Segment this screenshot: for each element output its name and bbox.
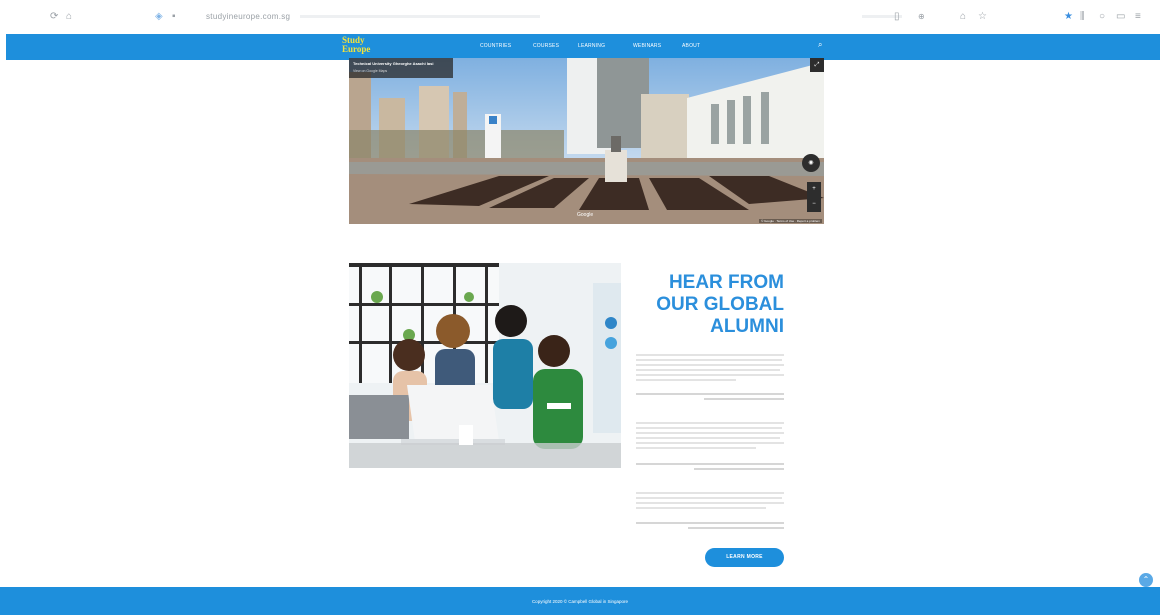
- site-navbar: Study Europe COUNTRIES COURSES LEARNING …: [6, 34, 1160, 60]
- street-view-scene: [349, 58, 824, 224]
- site-logo[interactable]: Study Europe: [342, 36, 382, 54]
- alumni-quote-1: [636, 393, 784, 403]
- search-icon[interactable]: ⌕: [818, 40, 822, 50]
- logo-line-2: Europe: [342, 44, 371, 54]
- address-bar[interactable]: studyineurope.com.sg: [206, 12, 290, 22]
- students-illustration: [349, 263, 621, 468]
- alumni-quote-3: [636, 522, 784, 532]
- refresh-icon[interactable]: ⟳: [50, 12, 58, 22]
- library-icon[interactable]: ⫼: [1080, 12, 1085, 22]
- copyright-text: Copyright 2020 © Campbell Global in Sing…: [531, 599, 629, 604]
- street-view-embed[interactable]: Technical University Gheorghe Asachi Ias…: [349, 58, 824, 224]
- reader-icon[interactable]: ⌂: [960, 12, 966, 22]
- learn-more-button[interactable]: LEARN MORE: [705, 548, 784, 567]
- nav-item-courses[interactable]: COURSES: [533, 43, 559, 49]
- alumni-paragraph-2: [636, 422, 784, 452]
- tab-icon[interactable]: ▯: [894, 12, 900, 22]
- address-bar-faint-text: [300, 15, 540, 18]
- alumni-heading-line-1: HEAR FROM: [668, 272, 784, 293]
- map-terms-text[interactable]: © Google · Terms of Use · Report a probl…: [759, 219, 822, 223]
- alumni-photo: [349, 263, 621, 468]
- sidebar-icon[interactable]: ▭: [1116, 12, 1125, 22]
- alumni-heading-line-3: ALUMNI: [710, 316, 784, 337]
- alumni-heading: HEAR FROM OUR GLOBAL ALUMNI: [632, 272, 784, 338]
- lock-icon[interactable]: ▪: [172, 12, 176, 22]
- alumni-heading-line-2: OUR GLOBAL: [656, 294, 784, 315]
- shield-icon[interactable]: ◈: [155, 12, 163, 22]
- menu-icon[interactable]: ≡: [1135, 12, 1141, 22]
- star-icon[interactable]: ☆: [978, 12, 987, 22]
- back-to-top-button[interactable]: ⌃: [1139, 573, 1153, 587]
- zoom-icon[interactable]: ⊕: [918, 12, 925, 22]
- site-footer: Copyright 2020 © Campbell Global in Sing…: [0, 587, 1160, 615]
- account-icon[interactable]: ○: [1099, 12, 1105, 22]
- home-icon[interactable]: ⌂: [66, 12, 72, 22]
- alumni-paragraph-3: [636, 492, 784, 512]
- nav-item-learning[interactable]: LEARNING: [578, 43, 605, 49]
- nav-item-countries[interactable]: COUNTRIES: [480, 43, 511, 49]
- google-label: Google: [577, 212, 594, 218]
- nav-item-about[interactable]: ABOUT: [682, 43, 700, 49]
- browser-toolbar: ⟳ ⌂ ◈ ▪ studyineurope.com.sg ▯ ⊕ ⌂ ☆ ★ ⫼…: [0, 0, 1160, 34]
- fullscreen-button[interactable]: ⤢: [810, 58, 824, 72]
- zoom-controls[interactable]: + −: [807, 182, 821, 212]
- nav-item-webinars[interactable]: WEBINARS: [633, 43, 661, 49]
- place-title: Technical University Gheorghe Asachi Ias…: [353, 61, 434, 66]
- alumni-paragraph-1: [636, 354, 784, 384]
- extension-icon[interactable]: ★: [1064, 12, 1073, 22]
- place-info-card[interactable]: Technical University Gheorghe Asachi Ias…: [349, 58, 453, 78]
- view-on-maps-link[interactable]: View on Google Maps: [353, 69, 387, 73]
- alumni-quote-2: [636, 463, 784, 473]
- compass-icon[interactable]: ◉: [802, 154, 820, 172]
